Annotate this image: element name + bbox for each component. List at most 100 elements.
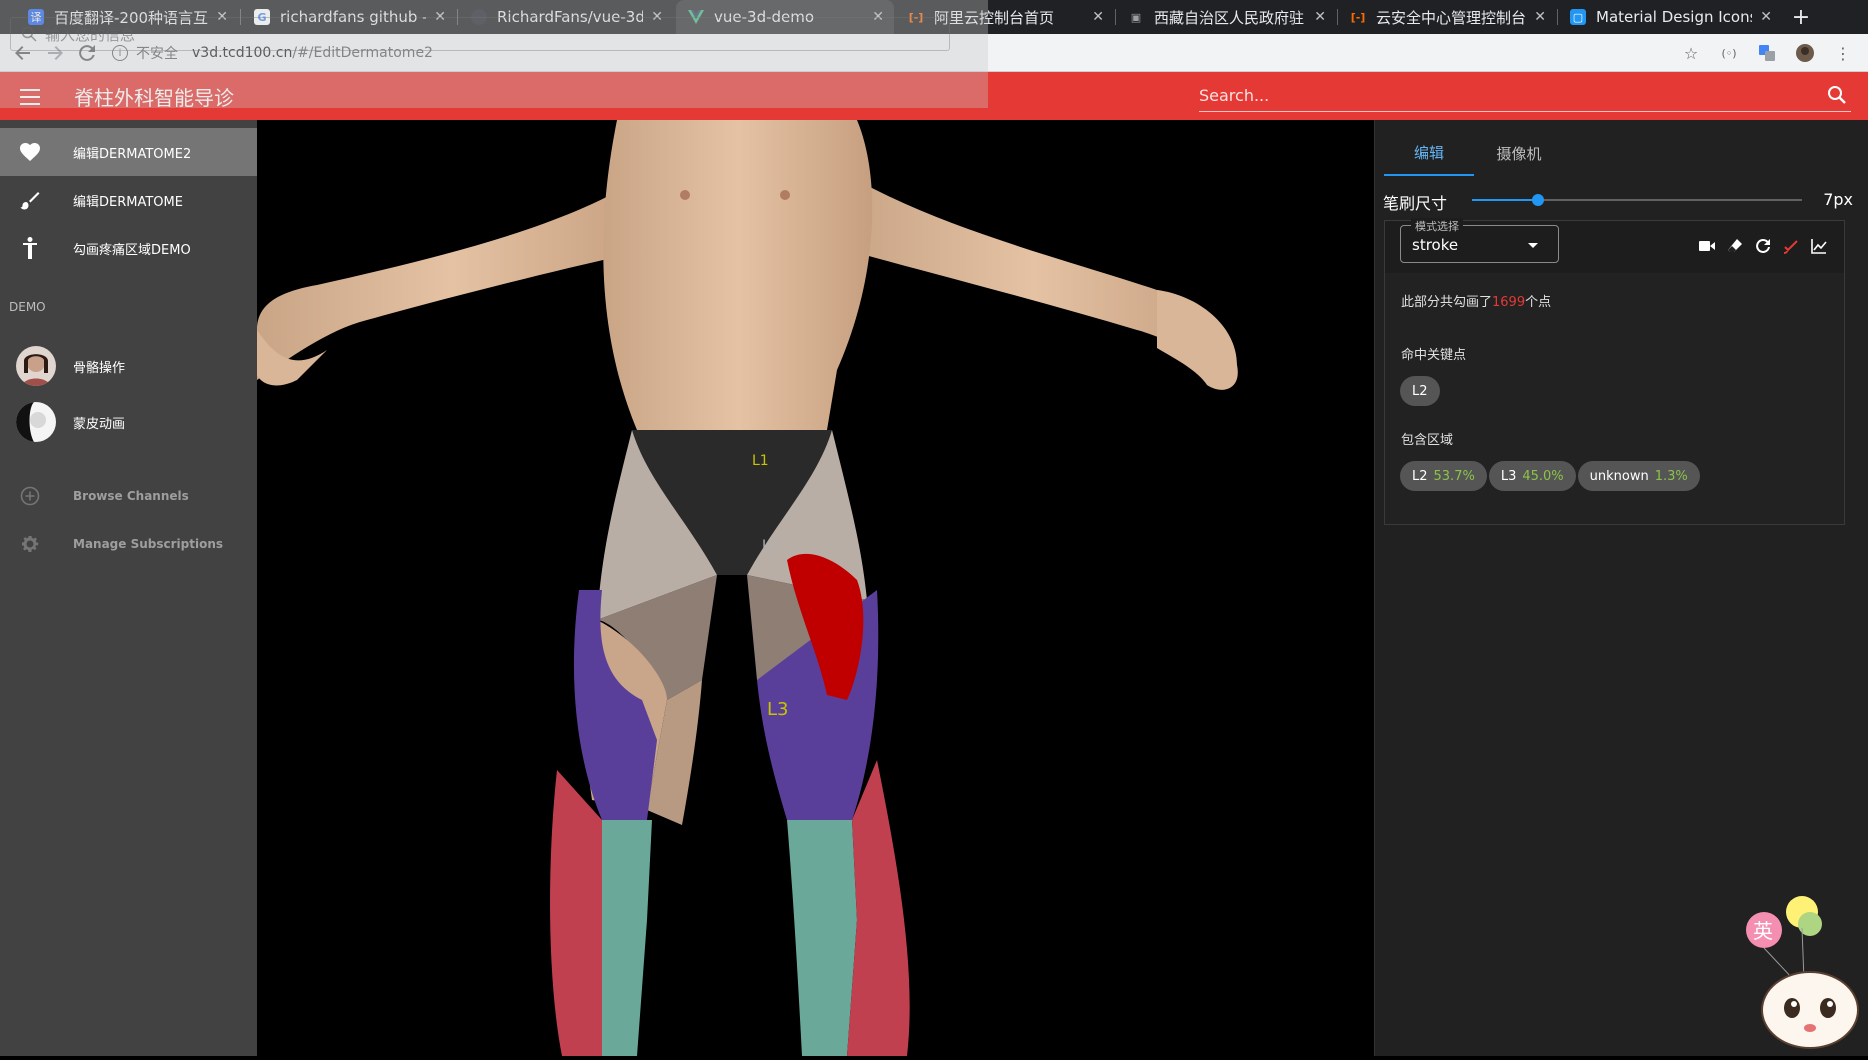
region-chip[interactable]: L3 45.0%	[1488, 461, 1576, 491]
browser-tab-active[interactable]: vue-3d-demo ✕	[676, 0, 894, 34]
panel-tabs: 编辑 摄像机	[1384, 130, 1564, 178]
browser-extension-icons: ☆ (◦) ⋮	[1680, 42, 1854, 64]
nav-item-browse-channels[interactable]: Browse Channels	[0, 472, 257, 520]
tab-close-icon[interactable]: ✕	[1314, 9, 1326, 25]
dermatome-label-l1: L1	[752, 453, 769, 469]
mode-select-legend: 模式选择	[1411, 218, 1463, 234]
browser-tab-title: richardfans github - Go	[280, 8, 426, 26]
browser-tab[interactable]: ▣ 西藏自治区人民政府驻 ✕	[1116, 0, 1336, 34]
search-icon[interactable]	[1827, 85, 1849, 107]
brush-size-value: 7px	[1823, 190, 1853, 209]
nav-item-label: 蒙皮动画	[73, 416, 126, 432]
menu-icon[interactable]	[18, 84, 42, 108]
info-icon[interactable]: i	[112, 45, 128, 61]
extension-icon[interactable]: (◦)	[1718, 42, 1740, 64]
nav-item-pain-area-demo[interactable]: 勾画疼痛区域DEMO	[0, 224, 257, 272]
region-chip[interactable]: L2 53.7%	[1400, 461, 1487, 491]
keypoint-chip[interactable]: L2	[1400, 376, 1440, 406]
tab-close-icon[interactable]: ✕	[434, 9, 446, 25]
baidu-translate-favicon-icon: 译	[28, 9, 44, 25]
dermatome-label-l2: L2	[762, 538, 779, 554]
mascot-head	[1761, 971, 1859, 1049]
browser-tab[interactable]: 译 百度翻译-200种语言互译 ✕	[16, 0, 238, 34]
tool-icons	[1698, 237, 1828, 255]
search-input[interactable]: Search...	[1199, 80, 1851, 112]
browser-tab[interactable]: [-] 阿里云控制台首页 ✕	[896, 0, 1114, 34]
browser-tab-title: 西藏自治区人民政府驻	[1154, 8, 1305, 27]
star-icon[interactable]: ☆	[1680, 42, 1702, 64]
add-circle-icon	[18, 484, 42, 508]
card-toolbar: 模式选择 stroke	[1385, 218, 1844, 273]
address-bar[interactable]: i 不安全 v3d.tcd100.cn /#/EditDermatome2	[112, 39, 1642, 67]
tab-close-icon[interactable]: ✕	[872, 9, 884, 25]
insecure-label: 不安全	[136, 46, 178, 62]
browser-tab[interactable]: ▢ Material Design Icons ✕	[1558, 0, 1782, 34]
stroke-count-prefix: 此部分共勾画了	[1401, 295, 1493, 310]
nav-item-label: Browse Channels	[73, 489, 189, 503]
app-bar: 脊柱外科智能导诊 Search...	[0, 72, 1868, 120]
regions-label: 包含区域	[1401, 433, 1454, 448]
stroke-count-suffix: 个点	[1525, 295, 1552, 310]
nav-item-label: 勾画疼痛区域DEMO	[73, 242, 191, 258]
url-host: v3d.tcd100.cn	[192, 45, 293, 61]
slider-thumb[interactable]	[1532, 194, 1544, 206]
eraser-icon[interactable]	[1726, 237, 1744, 255]
dermatome-label-l3: L3	[767, 699, 788, 720]
tab-close-icon[interactable]: ✕	[651, 9, 663, 25]
region-name: L3	[1500, 468, 1517, 484]
chart-line-icon[interactable]	[1810, 237, 1828, 255]
forward-icon[interactable]	[42, 40, 68, 66]
tab-edit[interactable]: 编辑	[1384, 130, 1474, 176]
region-chip[interactable]: unknown 1.3%	[1577, 461, 1700, 491]
region-name: L2	[1412, 468, 1428, 484]
new-tab-icon[interactable]: +	[1786, 0, 1816, 34]
paint-check-icon[interactable]	[1782, 237, 1800, 255]
browser-tab-strip: 译 百度翻译-200种语言互译 ✕ G richardfans github -…	[0, 0, 1868, 34]
aliyun-favicon-icon: [-]	[908, 10, 924, 24]
tab-close-icon[interactable]: ✕	[1092, 9, 1104, 25]
3d-body-model[interactable]: L1 L2 L3	[257, 120, 1374, 1056]
back-icon[interactable]	[10, 40, 36, 66]
reload-icon[interactable]	[74, 40, 100, 66]
tab-close-icon[interactable]: ✕	[1534, 9, 1546, 25]
tab-close-icon[interactable]: ✕	[1760, 9, 1772, 25]
browser-tab[interactable]: [-] 云安全中心管理控制台 ✕	[1338, 0, 1556, 34]
left-shin-teal	[602, 820, 652, 1056]
nav-item-edit-dermatome[interactable]: 编辑DERMATOME	[0, 176, 257, 224]
video-icon[interactable]	[1698, 237, 1716, 255]
browser-tab-title: Material Design Icons	[1596, 8, 1753, 26]
translate-icon[interactable]	[1756, 42, 1778, 64]
right-nipple	[780, 190, 790, 200]
nav-item-edit-dermatome2[interactable]: 编辑DERMATOME2	[0, 128, 257, 176]
profile-avatar-icon[interactable]	[1794, 42, 1816, 64]
mode-select[interactable]: 模式选择 stroke	[1400, 218, 1559, 263]
tab-camera[interactable]: 摄像机	[1474, 130, 1564, 176]
gov-favicon-icon: ▣	[1130, 10, 1142, 24]
refresh-icon[interactable]	[1754, 237, 1772, 255]
3d-viewport[interactable]: L1 L2 L3	[257, 120, 1374, 1056]
browser-tab-title: 百度翻译-200种语言互译	[54, 8, 209, 27]
mode-select-value: stroke	[1412, 236, 1459, 254]
vue-favicon-icon	[688, 9, 704, 25]
tab-close-icon[interactable]: ✕	[216, 9, 228, 25]
stroke-count-value: 1699	[1492, 295, 1526, 310]
stroke-info-card: 模式选择 stroke 此部分共勾画了1699个点 命中关键点 L2 包含区域 …	[1384, 218, 1845, 525]
navigation-drawer: 编辑DERMATOME2 编辑DERMATOME 勾画疼痛区域DEMO DEMO…	[0, 120, 257, 1056]
more-vert-icon[interactable]: ⋮	[1832, 42, 1854, 64]
chevron-down-icon	[1528, 243, 1538, 248]
nav-item-manage-subscriptions[interactable]: Manage Subscriptions	[0, 520, 257, 568]
nav-item-label: 骨骼操作	[73, 360, 126, 376]
nav-item-skin-animation[interactable]: 蒙皮动画	[0, 394, 257, 450]
ime-mascot[interactable]: 英	[1744, 890, 1868, 1056]
app-title: 脊柱外科智能导诊	[74, 86, 234, 110]
google-favicon-icon: G	[254, 9, 270, 25]
brush-size-slider[interactable]	[1472, 194, 1802, 206]
browser-tab[interactable]: RichardFans/vue-3d-de ✕	[459, 0, 673, 34]
avatar	[16, 402, 56, 442]
brush-size-label: 笔刷尺寸	[1383, 194, 1448, 213]
nav-item-bone-operation[interactable]: 骨骼操作	[0, 338, 257, 394]
browser-tab[interactable]: G richardfans github - Go ✕	[242, 0, 456, 34]
brush-size-row: 笔刷尺寸 7px	[1383, 186, 1853, 214]
nav-item-label: 编辑DERMATOME2	[73, 146, 192, 162]
keypoint-chips: L2	[1400, 376, 1440, 406]
